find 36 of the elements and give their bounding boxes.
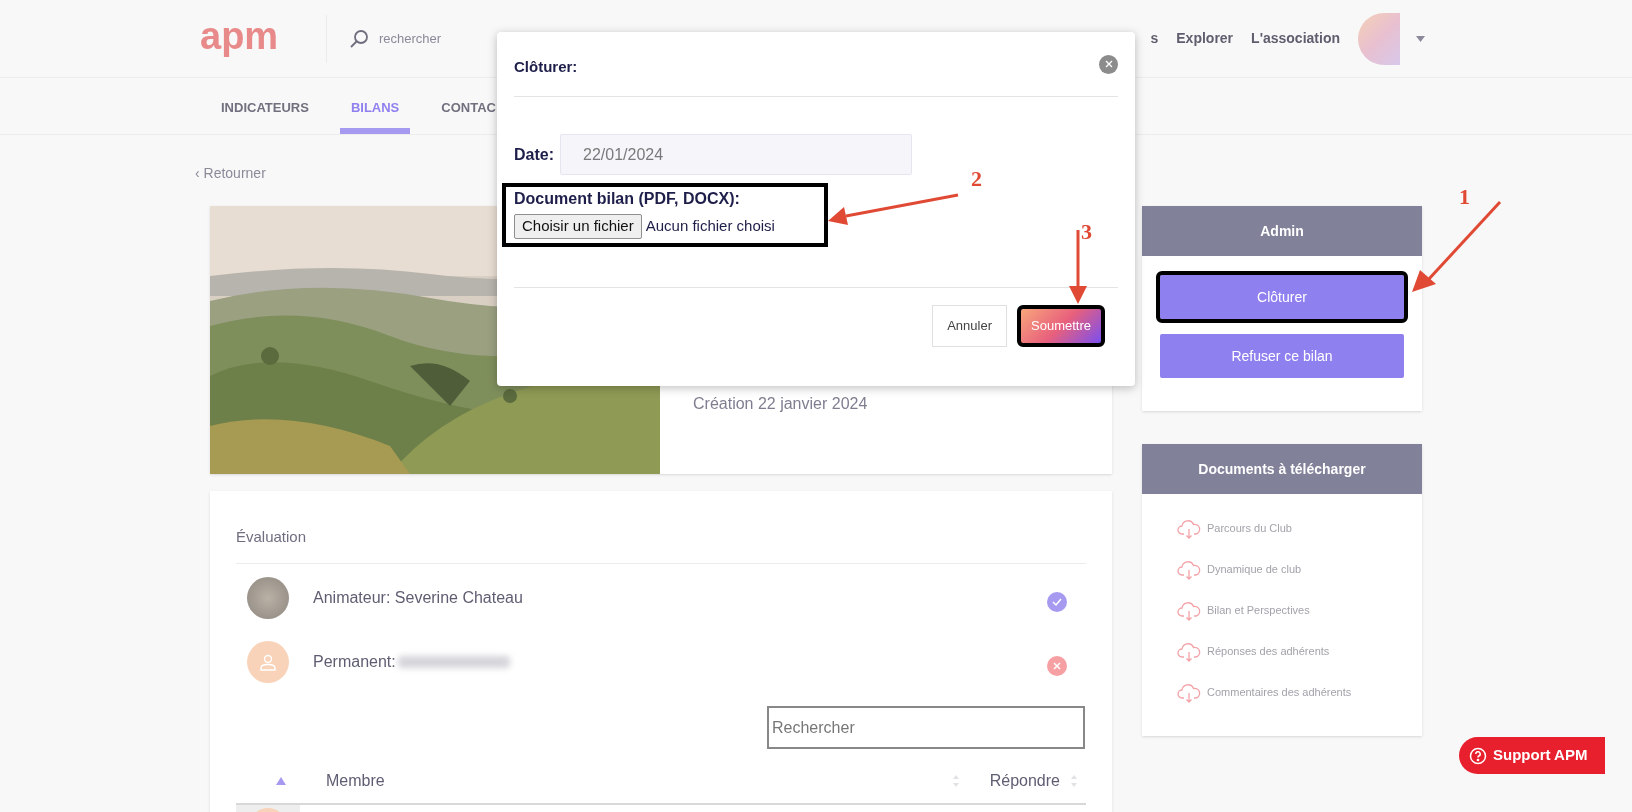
tab[interactable]: CONTAC	[430, 82, 507, 134]
nav-link[interactable]: Explorer	[1176, 28, 1234, 49]
document-link[interactable]: Bilan et Perspectives	[1177, 590, 1422, 631]
document-link[interactable]: Dynamique de club	[1177, 549, 1422, 590]
cancel-button[interactable]: Annuler	[932, 305, 1007, 347]
tab[interactable]: INDICATEURS	[210, 82, 320, 134]
document-link[interactable]: Réponses des adhérents	[1177, 631, 1422, 672]
nav-link[interactable]: L'association	[1251, 28, 1340, 49]
back-link[interactable]: ‹ Retourner	[195, 163, 266, 184]
field-label: Date:	[514, 144, 554, 165]
evaluator-name: Animateur: Severine Chateau	[313, 588, 523, 608]
nav-link[interactable]: s	[1150, 28, 1159, 49]
column-header[interactable]: Répondre	[989, 769, 1060, 793]
field-label: Document bilan (PDF, DOCX):	[514, 189, 741, 209]
section-title: Évaluation	[236, 528, 307, 545]
support-button[interactable]: Support APM	[1459, 737, 1606, 774]
admin-button[interactable]: Refuser ce bilan	[1160, 334, 1404, 378]
file-status: Aucun fichier choisi	[645, 216, 775, 237]
submit-button[interactable]: Soumettre	[1017, 305, 1105, 347]
card-header: Documents à télécharger	[1142, 444, 1422, 494]
evaluator-name: Permanent:	[313, 652, 396, 672]
card-header: Admin	[1142, 206, 1422, 256]
search-field[interactable]: Rechercher	[767, 706, 1085, 749]
tab[interactable]: BILANS	[339, 82, 411, 134]
document-link[interactable]: Parcours du Club	[1177, 508, 1422, 549]
modal-title: Clôturer:	[514, 56, 578, 77]
creation-date: Création 22 janvier 2024	[693, 395, 868, 412]
annotation-number: 3	[1081, 218, 1092, 246]
annotation-number: 2	[971, 165, 982, 193]
annotation-number: 1	[1459, 183, 1470, 211]
file-chooser-button[interactable]: Choisir un fichier	[514, 214, 642, 239]
date-field[interactable]: 22/01/2024	[560, 134, 912, 175]
search-field[interactable]: rechercher	[379, 28, 579, 49]
column-header[interactable]: Membre	[326, 769, 385, 793]
document-link[interactable]: Commentaires des adhérents	[1177, 672, 1422, 713]
logo[interactable]: apm	[200, 16, 300, 61]
